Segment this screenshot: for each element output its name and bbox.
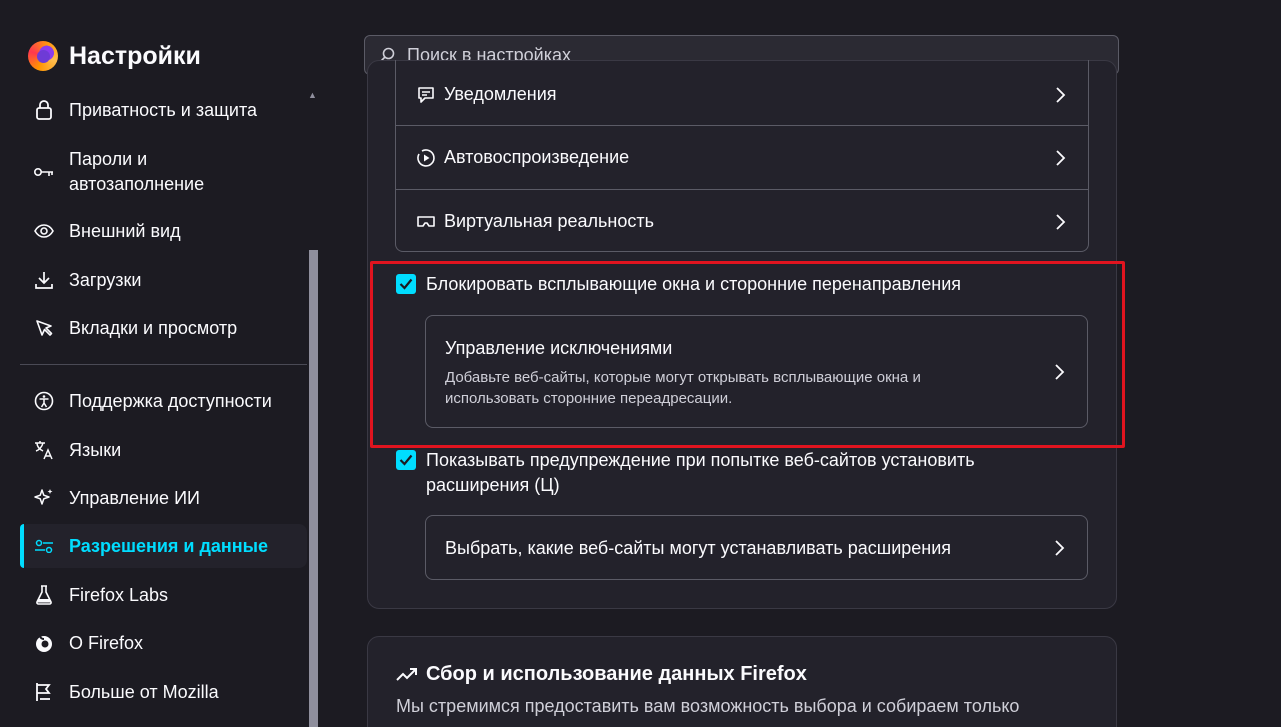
chevron-right-icon — [1053, 539, 1065, 557]
translate-icon — [34, 440, 54, 460]
sidebar-item-label: О Firefox — [69, 632, 144, 653]
chevron-right-icon — [1054, 213, 1066, 231]
data-collection-title: Сбор и использование данных Firefox — [426, 663, 807, 685]
sidebar-item-label: Приватность и защита — [69, 99, 258, 120]
checkmark-icon — [399, 454, 413, 466]
key-icon — [34, 162, 54, 182]
addon-warning-label[interactable]: Показывать предупреждение при попытке ве… — [426, 448, 1046, 498]
sidebar-item-mozilla[interactable]: Больше от Mozilla — [20, 672, 307, 712]
download-icon — [34, 270, 54, 290]
brand: Настройки — [28, 38, 201, 74]
sidebar-item-label: Поддержка доступности — [69, 390, 272, 411]
sidebar-item-labs[interactable]: Firefox Labs — [20, 575, 307, 615]
row-label: Автовоспроизведение — [444, 147, 630, 167]
flask-icon — [34, 585, 54, 605]
scroll-up-arrow[interactable]: ▲ — [308, 90, 317, 100]
addon-warning-checkbox[interactable] — [396, 450, 416, 470]
sidebar-item-passwords[interactable]: Пароли и автозаполнение — [20, 146, 307, 198]
sidebar-item-label: Разрешения и данные — [69, 535, 269, 556]
sidebar-item-label: Внешний вид — [69, 220, 181, 241]
sidebar-item-tabs[interactable]: Вкладки и просмотр — [20, 308, 307, 348]
chevron-right-icon — [1054, 86, 1066, 104]
row-vr[interactable]: Виртуальная реальность — [396, 190, 1088, 253]
sparkle-icon — [34, 488, 54, 508]
sidebar-item-privacy[interactable]: Приватность и защита — [20, 90, 307, 130]
addon-sites-title: Выбрать, какие веб-сайты могут устанавли… — [445, 538, 952, 558]
sidebar-item-about[interactable]: О Firefox — [20, 623, 307, 663]
sidebar-item-accessibility[interactable]: Поддержка доступности — [20, 381, 307, 421]
sidebar-item-label: Языки — [69, 439, 122, 460]
sidebar-item-languages[interactable]: Языки — [20, 430, 307, 470]
sidebar-item-label: Больше от Mozilla — [69, 681, 219, 702]
row-notifications[interactable]: Уведомления — [396, 63, 1088, 126]
sidebar-item-label: Firefox Labs — [69, 584, 169, 605]
mozilla-icon — [34, 682, 54, 702]
addon-sites-card[interactable]: Выбрать, какие веб-сайты могут устанавли… — [425, 515, 1088, 580]
row-autoplay[interactable]: Автовоспроизведение — [396, 126, 1088, 189]
notification-icon — [416, 85, 436, 105]
page-title: Настройки — [69, 41, 201, 70]
sidebar-item-label: Управление ИИ — [69, 487, 200, 508]
sidebar-item-permissions[interactable]: Разрешения и данные — [20, 524, 307, 568]
sidebar-divider — [20, 364, 307, 365]
sidebar-item-label: Пароли и автозаполнение — [69, 149, 205, 194]
sidebar-item-appearance[interactable]: Внешний вид — [20, 211, 307, 251]
row-label: Виртуальная реальность — [444, 211, 654, 231]
sidebar-item-downloads[interactable]: Загрузки — [20, 260, 307, 300]
sidebar-item-label: Загрузки — [69, 269, 142, 290]
trend-icon — [396, 664, 418, 686]
sliders-icon — [34, 536, 54, 556]
sidebar-scrollbar-thumb[interactable] — [309, 250, 318, 727]
pointer-icon — [34, 318, 54, 338]
data-collection-desc: Мы стремимся предоставить вам возможност… — [396, 696, 1020, 716]
row-label: Уведомления — [444, 84, 557, 104]
firefox-logo — [28, 41, 58, 71]
data-collection-heading: Сбор и использование данных Firefox — [396, 663, 807, 686]
autoplay-icon — [416, 148, 436, 168]
lock-icon — [34, 100, 54, 120]
sidebar-item-ai[interactable]: Управление ИИ — [20, 478, 307, 518]
vr-icon — [416, 212, 436, 232]
chevron-right-icon — [1054, 149, 1066, 167]
sidebar: Настройки Приватность и защита Пароли и … — [0, 0, 320, 727]
sidebar-item-label: Вкладки и просмотр — [69, 317, 238, 338]
firefox-icon — [34, 633, 54, 653]
accessibility-icon — [34, 391, 54, 411]
red-highlight-box — [370, 261, 1125, 448]
eye-icon — [34, 221, 54, 241]
